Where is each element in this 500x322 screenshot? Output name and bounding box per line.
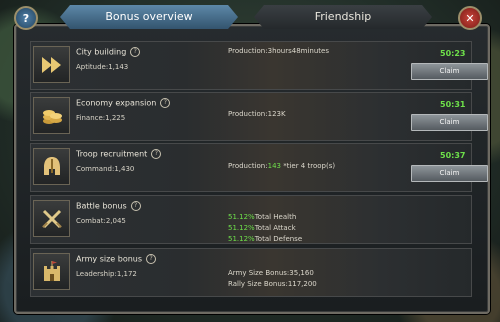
row-title: Troop recruitment? [76,149,162,159]
info-icon[interactable]: ? [130,47,141,57]
info-icon[interactable]: ? [146,254,157,264]
question-icon: ? [22,11,30,25]
claim-button[interactable]: Claim [411,114,488,131]
army-size-bonus: Army Size Bonus:35,160 [228,269,314,277]
army-bonus-list: Army Size Bonus:35,160 Rally Size Bonus:… [228,268,317,290]
help-button[interactable]: ? [14,6,38,30]
timer: 50:23 [440,49,466,58]
info-icon[interactable]: ? [130,201,141,211]
row-stat: Leadership:1,172 [76,270,137,278]
bonus-defense: 51.12%Total Defense [228,235,303,243]
row-title: City building? [76,47,141,57]
row-army-size-bonus: Army size bonus? Leadership:1,172 Army S… [30,248,472,297]
row-stat: Command:1,430 [76,165,135,173]
coins-icon [33,97,70,134]
close-button[interactable]: ✕ [458,6,482,30]
row-stat: Finance:1,225 [76,114,126,122]
fast-forward-icon [33,46,70,83]
info-icon[interactable]: ? [160,98,171,108]
tab-friendship[interactable]: Friendship [254,5,432,29]
claim-button[interactable]: Claim [411,63,488,80]
helmet-icon [33,148,70,185]
row-battle-bonus: Battle bonus? Combat:2,045 51.12%Total H… [30,195,472,244]
castle-flag-icon [33,253,70,290]
production-text: Production:123K [228,110,286,118]
close-icon: ✕ [465,11,475,25]
timer: 50:31 [440,100,466,109]
row-troop-recruitment: Troop recruitment? Command:1,430 Product… [30,143,488,192]
tab-bonus-overview[interactable]: Bonus overview [60,5,238,29]
row-stat: Aptitude:1,143 [76,63,129,71]
production-text: Production:3hours48minutes [228,47,329,55]
row-city-building: City building? Aptitude:1,143 Production… [30,41,488,90]
bonus-attack: 51.12%Total Attack [228,224,296,232]
claim-button[interactable]: Claim [411,165,488,182]
row-title: Battle bonus? [76,201,141,211]
row-economy-expansion: Economy expansion? Finance:1,225 Product… [30,92,488,141]
production-text: Production:143 *tier 4 troop(s) [228,162,336,170]
bonus-health: 51.12%Total Health [228,213,297,221]
info-icon[interactable]: ? [151,149,162,159]
crossed-swords-icon [33,200,70,237]
row-title: Army size bonus? [76,254,157,264]
row-title: Economy expansion? [76,98,171,108]
rally-size-bonus: Rally Size Bonus:117,200 [228,280,317,288]
tab-bar: Bonus overview Friendship [60,5,440,29]
row-stat: Combat:2,045 [76,217,126,225]
bonus-list: 51.12%Total Health 51.12%Total Attack 51… [228,212,302,245]
timer: 50:37 [440,151,466,160]
